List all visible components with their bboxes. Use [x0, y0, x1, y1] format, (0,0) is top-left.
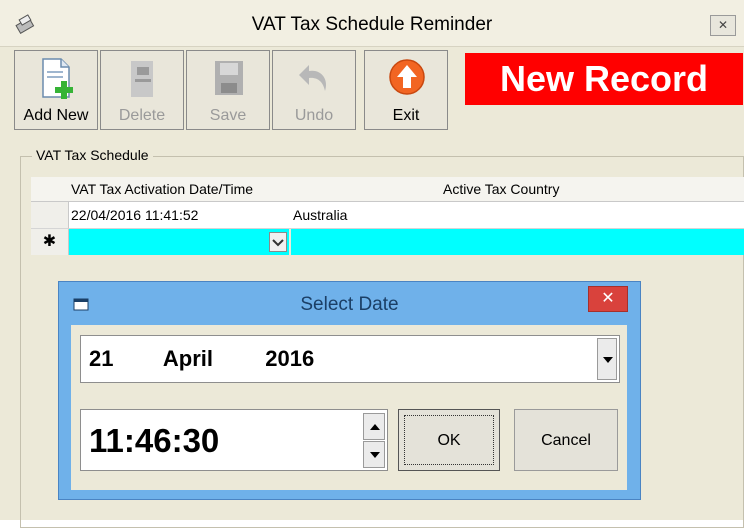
new-country-cell[interactable]: [291, 229, 744, 255]
date-value: 21 April 2016: [89, 346, 314, 372]
column-header-date[interactable]: VAT Tax Activation Date/Time: [71, 181, 253, 197]
date-year: 2016: [265, 346, 315, 371]
dialog-close-button[interactable]: ✕: [588, 286, 628, 312]
country-cell[interactable]: Australia: [293, 202, 733, 228]
add-document-icon: [42, 58, 73, 99]
window-title: VAT Tax Schedule Reminder: [251, 14, 493, 35]
date-dropdown-button[interactable]: [269, 232, 287, 252]
save-button[interactable]: Save: [186, 50, 270, 130]
new-date-cell[interactable]: [69, 229, 289, 255]
caret-down-icon: [370, 452, 380, 458]
row-selector[interactable]: [31, 202, 69, 228]
date-cell[interactable]: 22/04/2016 11:41:52: [71, 202, 289, 228]
exit-icon: [389, 59, 425, 95]
cancel-label: Cancel: [541, 432, 591, 449]
undo-icon: [299, 65, 327, 91]
dialog-title: Select Date: [300, 294, 399, 315]
caret-down-icon: [603, 357, 613, 363]
title-bar: VAT Tax Schedule Reminder ✕: [0, 0, 744, 47]
column-header-country[interactable]: Active Tax Country: [443, 181, 559, 197]
add-new-label: Add New: [23, 107, 89, 124]
group-title: VAT Tax Schedule: [32, 147, 153, 163]
chevron-down-icon: [272, 239, 284, 247]
ok-button[interactable]: OK: [398, 409, 500, 471]
grid-header: VAT Tax Activation Date/Time Active Tax …: [31, 177, 744, 202]
new-row-marker: ✱: [31, 229, 69, 255]
date-dropdown-arrow[interactable]: [597, 338, 617, 380]
exit-label: Exit: [392, 107, 420, 124]
undo-label: Undo: [294, 107, 334, 124]
save-label: Save: [209, 107, 247, 124]
caret-up-icon: [370, 424, 380, 430]
cancel-button[interactable]: Cancel: [514, 409, 618, 471]
select-date-dialog: Select Date ✕ 21 April 2016 11:46:30 OK …: [58, 281, 641, 500]
new-row[interactable]: ✱: [31, 229, 744, 255]
delete-label: Delete: [118, 107, 166, 124]
new-record-banner: New Record: [465, 53, 743, 105]
save-icon: [215, 61, 243, 95]
date-day: 21: [89, 346, 114, 371]
time-spin-down[interactable]: [363, 441, 385, 468]
table-row[interactable]: 22/04/2016 11:41:52 Australia: [31, 202, 744, 229]
date-picker[interactable]: 21 April 2016: [80, 335, 620, 383]
date-month: April: [162, 346, 214, 371]
delete-icon: [131, 61, 153, 97]
window-close-button[interactable]: ✕: [710, 15, 736, 36]
main-window: VAT Tax Schedule Reminder ✕ Add New Dele…: [0, 0, 744, 528]
ok-label: OK: [437, 432, 461, 449]
add-new-button[interactable]: Add New: [14, 50, 98, 130]
undo-button[interactable]: Undo: [272, 50, 356, 130]
time-value: 11:46:30: [89, 422, 220, 459]
dialog-body: 21 April 2016 11:46:30 OK Cancel: [71, 325, 627, 490]
exit-button[interactable]: Exit: [364, 50, 448, 130]
time-spin-up[interactable]: [363, 413, 385, 440]
delete-button[interactable]: Delete: [100, 50, 184, 130]
time-picker[interactable]: 11:46:30: [80, 409, 388, 471]
